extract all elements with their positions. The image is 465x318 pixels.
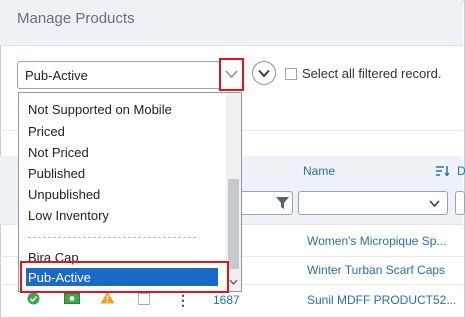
sort-descending-icon[interactable] [436, 166, 450, 176]
expand-button[interactable] [252, 61, 276, 85]
option-not-priced[interactable]: Not Priced [28, 145, 89, 160]
chevron-down-icon [225, 70, 238, 79]
name-filter-select[interactable] [298, 191, 448, 215]
filter-dropdown-toggle[interactable] [219, 58, 244, 91]
check-circle-icon [27, 292, 40, 305]
scroll-down-icon[interactable] [229, 279, 238, 285]
panel-header: Manage Products [0, 0, 463, 46]
dropdown-scrollbar-thumb[interactable] [228, 179, 239, 269]
option-published[interactable]: Published [28, 166, 85, 181]
column-header-partial[interactable]: D [457, 164, 465, 178]
product-name-link[interactable]: Winter Turban Scarf Caps [307, 263, 445, 277]
page-title: Manage Products [17, 10, 135, 27]
money-icon [64, 293, 80, 304]
product-name-link[interactable]: Sunil MDFF PRODUCT52... [307, 293, 456, 307]
kebab-menu-icon[interactable]: ⋮ [176, 292, 190, 309]
selected-option-highlight [20, 261, 229, 293]
product-name-link[interactable]: Women's Micropique Sp... [307, 234, 446, 248]
chevron-down-icon [429, 200, 440, 208]
option-not-supported-on-mobile[interactable]: Not Supported on Mobile [28, 102, 172, 117]
column-header-name[interactable]: Name [303, 164, 335, 178]
product-filter-select[interactable]: Pub-Active [17, 61, 243, 89]
option-divider [28, 237, 196, 238]
product-id-link[interactable]: 1687 [213, 293, 240, 307]
select-all-label: Select all filtered record. [302, 66, 442, 81]
chevron-down-circle-icon [258, 69, 270, 78]
select-all-checkbox[interactable] [285, 68, 297, 80]
row-checkbox[interactable] [138, 293, 150, 305]
funnel-icon[interactable] [276, 197, 289, 209]
option-unpublished[interactable]: Unpublished [28, 187, 100, 202]
option-low-inventory[interactable]: Low Inventory [28, 208, 109, 223]
filter-selected-value: Pub-Active [25, 68, 88, 83]
next-column-filter[interactable] [455, 191, 465, 215]
option-priced[interactable]: Priced [28, 124, 65, 139]
